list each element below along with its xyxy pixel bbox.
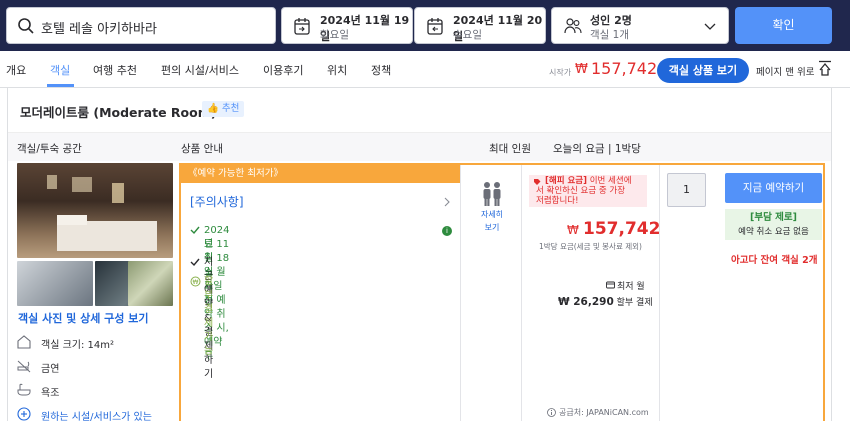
col-room-type: 객실/투숙 공간 <box>17 143 82 155</box>
installment-icon: ₩ <box>190 276 201 287</box>
room-title: 모더레이트룸 (Moderate Room) <box>20 105 217 120</box>
room-table-header: 객실/투숙 공간 상품 안내 최대 인원 오늘의 요금 | 1박당 <box>8 132 831 161</box>
destination-value: 호텔 레솔 아키하바라 <box>41 22 157 37</box>
price-currency: ₩ <box>575 62 588 77</box>
book-now-button[interactable]: 지금 예약하기 <box>725 173 822 203</box>
adult-count: 성인 2명 <box>590 14 632 27</box>
checkout-weekday: 수요일 <box>453 29 482 41</box>
feature-label: 금연 <box>41 364 60 375</box>
checkmark-icon <box>190 258 200 267</box>
guest-selector[interactable]: 성인 2명 객실 1개 <box>551 7 729 44</box>
feature-label: 욕조 <box>41 388 60 399</box>
occupancy-details-link[interactable]: 자세히 보기 <box>477 208 507 234</box>
column-divider <box>521 165 522 421</box>
provider: 공급처: JAPANiCAN.com <box>559 408 649 417</box>
checkin-weekday: 화요일 <box>320 29 349 41</box>
no-fee-title: [부담 제로] <box>750 212 797 223</box>
tab-location[interactable]: 위치 <box>327 62 347 78</box>
promo-text-2: 서 확인하신 요금 중 가장 <box>536 186 626 196</box>
room-photo-3[interactable] <box>128 261 173 306</box>
feature-label: 원하는 시설/서비스가 있는 <box>41 412 152 421</box>
promo-text-1: 이번 세션에 <box>587 176 632 186</box>
lowest-price-banner: 《예약 가능한 최저가》 <box>181 165 460 183</box>
tab-policies[interactable]: 정책 <box>371 62 391 78</box>
search-icon <box>18 18 34 34</box>
installment-price: ₩ 26,290 <box>558 296 614 308</box>
offer-price-currency: ₩ <box>567 223 579 237</box>
tab-rooms[interactable]: 객실 <box>50 62 70 78</box>
room-photos-link[interactable]: 객실 사진 및 상세 구성 보기 <box>18 310 148 326</box>
back-to-top-link[interactable]: 페이지 맨 위로 <box>756 64 814 78</box>
installment-price-line: ₩ 26,290 할부 결제 <box>558 295 653 308</box>
price-tag-icon <box>534 179 541 185</box>
installment-suffix: 할부 결제 <box>616 298 653 308</box>
checkout-date-picker[interactable]: 2024년 11월 20일 수요일 <box>414 7 546 44</box>
info-icon[interactable]: i <box>442 226 452 236</box>
info-circle-icon <box>547 408 556 417</box>
property-nav: 개요 객실 여행 추천 편의 시설/서비스 이용후기 위치 정책 시작가 ₩ 1… <box>0 51 850 88</box>
bathtub-icon <box>17 383 31 396</box>
promo-tag: [해피 요금] <box>545 176 588 186</box>
col-todays-rate: 오늘의 요금 | 1박당 <box>553 143 641 155</box>
offer-price: 157,742 <box>583 219 661 239</box>
room-size-icon <box>17 335 31 349</box>
tab-overview[interactable]: 개요 <box>6 62 26 78</box>
price-note: 1박당 요금(세금 및 봉사료 제외) <box>539 242 642 251</box>
room-bathroom-photo[interactable] <box>17 261 93 306</box>
price-from-value: 157,742 <box>591 59 658 78</box>
calendar-checkout-icon <box>427 18 443 35</box>
active-tab-indicator <box>47 84 74 87</box>
feature-label: 객실 크기: 14m² <box>41 340 115 351</box>
room-card: 모더레이트룸 (Moderate Room) 👍 추천 객실/투숙 공간 상품 … <box>7 88 832 421</box>
recommend-badge: 👍 추천 <box>202 101 245 117</box>
installment-label: 할부 결제 가능 <box>204 276 214 357</box>
room-main-photo[interactable] <box>17 163 173 258</box>
col-offer-info: 상품 안내 <box>181 143 223 155</box>
card-icon <box>606 281 615 289</box>
people-icon <box>564 18 582 34</box>
calendar-checkin-icon <box>294 18 310 35</box>
room-offer: 《예약 가능한 최저가》 [주의사항] 2024년 11월 18일 월요일 전 … <box>179 163 825 421</box>
search-bar: 호텔 레솔 아키하바라 2024년 11월 19일 화요일 2024년 11월 … <box>0 0 850 51</box>
chevron-right-icon[interactable] <box>443 197 451 207</box>
no-smoking-icon <box>17 360 31 373</box>
notice-link[interactable]: [주의사항] <box>190 193 244 210</box>
svg-text:₩: ₩ <box>193 279 199 286</box>
room-count: 객실 1개 <box>590 29 629 41</box>
room-offers-button[interactable]: 객실 상품 보기 <box>657 58 749 83</box>
rooms-left: 아고다 잔여 객실 2개 <box>731 255 818 266</box>
plus-circle-icon <box>17 407 31 421</box>
confirm-button[interactable]: 확인 <box>735 7 832 44</box>
happy-rate-promo: [해피 요금] 이번 세션에 서 확인하신 요금 중 가장 저렴합니다! <box>529 175 647 207</box>
column-divider <box>460 165 461 421</box>
column-divider <box>659 165 660 421</box>
no-fee-text: 예약 취소 요금 없음 <box>738 227 809 237</box>
recommend-badge-label: 추천 <box>221 103 240 114</box>
tab-travel-recommendations[interactable]: 여행 추천 <box>93 62 137 78</box>
arrow-up-icon[interactable] <box>818 60 832 76</box>
monthly-label: 최저 월 <box>617 282 645 292</box>
tab-reviews[interactable]: 이용후기 <box>263 62 303 78</box>
destination-search-input[interactable]: 호텔 레솔 아키하바라 <box>6 7 276 44</box>
promo-text-3: 저렴합니다! <box>536 196 579 206</box>
col-max-guests: 최대 인원 <box>489 143 531 155</box>
checkmark-icon <box>190 226 200 235</box>
two-adults-icon <box>483 182 501 206</box>
no-cancellation-fee-badge: [부담 제로] 예약 취소 요금 없음 <box>725 209 822 240</box>
tab-facilities[interactable]: 편의 시설/서비스 <box>161 62 239 78</box>
price-from-label: 시작가 <box>549 68 572 77</box>
checkin-date-picker[interactable]: 2024년 11월 19일 화요일 <box>281 7 413 44</box>
room-quantity-select[interactable]: 1 <box>667 173 706 207</box>
chevron-down-icon <box>704 23 716 30</box>
